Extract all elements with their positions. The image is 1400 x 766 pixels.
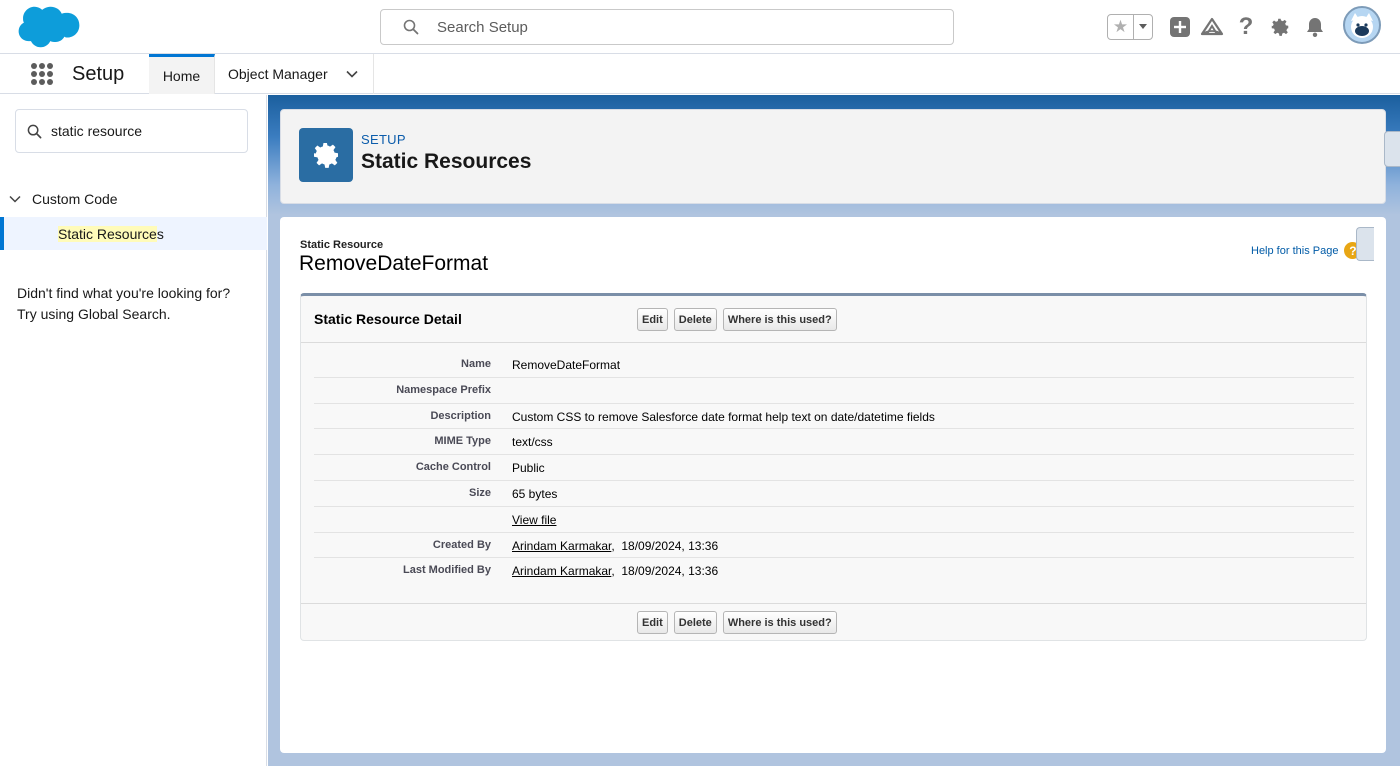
field-value: RemoveDateFormat: [512, 358, 621, 372]
global-actions-button[interactable]: [1167, 14, 1193, 40]
field-row-mime-type: MIME Type text/css: [314, 429, 1354, 456]
field-row-description: Description Custom CSS to remove Salesfo…: [314, 404, 1354, 430]
app-name: Setup: [72, 63, 125, 85]
favorites-control[interactable]: ★: [1107, 14, 1153, 40]
delete-button[interactable]: Delete: [673, 611, 717, 634]
detail-header: Static Resource Detail Edit Delete Where…: [301, 296, 1366, 343]
page-header: SETUP Static Resources: [280, 109, 1386, 204]
where-used-button[interactable]: Where is this used?: [722, 308, 837, 331]
bottom-button-row: Edit Delete Where is this used?: [637, 611, 837, 634]
field-label: Last Modified By: [402, 564, 491, 577]
detail-footer: Edit Delete Where is this used?: [301, 603, 1366, 641]
context-nav-bar: Setup Home Object Manager: [0, 54, 1400, 94]
trailhead-button[interactable]: [1199, 14, 1225, 40]
search-icon: [403, 19, 419, 35]
field-row-last-modified-by: Last Modified By Arindam Karmakar, 18/09…: [314, 558, 1354, 584]
created-by-user-link[interactable]: Arindam Karmakar: [512, 539, 611, 553]
notifications-button[interactable]: [1302, 14, 1328, 40]
trailhead-icon: [1200, 17, 1224, 36]
not-found-line2: Try using Global Search.: [17, 306, 171, 322]
app-launcher-icon[interactable]: [31, 63, 53, 85]
top-button-row: Edit Delete Where is this used?: [637, 308, 837, 331]
setup-sidebar: Custom Code Static Resources Didn't find…: [0, 95, 267, 766]
field-row-created-by: Created By Arindam Karmakar, 18/09/2024,…: [314, 533, 1354, 559]
created-date: , 18/09/2024, 13:36: [611, 538, 719, 553]
not-found-message: Didn't find what you're looking for? Try…: [17, 283, 257, 325]
tree-group-custom-code[interactable]: Custom Code: [8, 191, 118, 207]
gear-icon: [1271, 18, 1289, 36]
field-label: Namespace Prefix: [396, 383, 491, 396]
setup-page-icon: [299, 128, 353, 182]
tab-object-manager-label: Object Manager: [228, 66, 328, 82]
page-eyebrow: SETUP: [361, 132, 406, 147]
help-for-page-link[interactable]: Help for this Page ?: [1251, 242, 1362, 259]
where-used-button[interactable]: Where is this used?: [722, 611, 837, 634]
record-type-label: Static Resource: [300, 239, 384, 251]
favorites-dropdown[interactable]: [1134, 15, 1152, 39]
tab-object-manager[interactable]: Object Manager: [215, 54, 374, 94]
record-content: Static Resource RemoveDateFormat Help fo…: [280, 217, 1386, 753]
field-value: 65 bytes: [512, 486, 558, 501]
field-row-size: Size 65 bytes: [314, 481, 1354, 507]
search-icon: [27, 124, 42, 138]
detail-fields: Name RemoveDateFormat Namespace Prefix D…: [314, 352, 1354, 584]
field-label: MIME Type: [434, 435, 491, 448]
field-row-cache-control: Cache Control Public: [314, 455, 1354, 481]
field-row-view-file: View file: [314, 507, 1354, 533]
record-name: RemoveDateFormat: [299, 252, 489, 275]
field-label: Created By: [432, 538, 491, 551]
delete-button[interactable]: Delete: [673, 308, 717, 331]
sidebar-item-static-resources[interactable]: Static Resource s: [0, 217, 267, 250]
field-label: Name: [461, 358, 491, 370]
field-value: Public: [512, 461, 545, 476]
help-link-label[interactable]: Help for this Page: [1251, 245, 1338, 257]
star-icon[interactable]: ★: [1108, 15, 1134, 39]
global-header: ★ ?: [0, 0, 1400, 54]
field-value: View file: [512, 513, 556, 527]
page-title: Static Resources: [361, 150, 532, 173]
main-content-area: SETUP Static Resources Static Resource R…: [268, 95, 1400, 766]
help-button[interactable]: ?: [1233, 13, 1259, 40]
field-row-name: Name RemoveDateFormat: [314, 352, 1354, 378]
detail-section: Static Resource Detail Edit Delete Where…: [300, 293, 1367, 641]
salesforce-cloud-logo[interactable]: [16, 5, 80, 49]
field-label: Cache Control: [415, 461, 491, 474]
edit-button[interactable]: Edit: [637, 611, 668, 634]
quick-find-box[interactable]: [15, 109, 248, 153]
collapse-panel-handle[interactable]: [1384, 131, 1400, 167]
field-label: Description: [430, 409, 491, 422]
collapse-detail-handle[interactable]: [1356, 227, 1374, 261]
field-label: Size: [468, 486, 491, 499]
modified-date: , 18/09/2024, 13:36: [611, 564, 719, 579]
setup-button[interactable]: [1267, 14, 1293, 40]
global-search-box[interactable]: [380, 9, 954, 45]
field-value: Arindam Karmakar, 18/09/2024, 13:36: [512, 539, 718, 553]
user-avatar-icon: [1351, 13, 1373, 38]
not-found-line1: Didn't find what you're looking for?: [17, 285, 231, 301]
gear-icon: [314, 143, 338, 168]
chevron-down-icon: [1139, 24, 1147, 29]
search-highlight: Static Resource: [58, 225, 157, 242]
help-icon: ?: [1238, 13, 1254, 40]
view-file-link[interactable]: View file: [512, 513, 556, 527]
quick-find-input[interactable]: [51, 123, 241, 139]
sidebar-item-label-rest: s: [156, 225, 164, 242]
field-value: Custom CSS to remove Salesforce date for…: [512, 409, 935, 424]
search-input[interactable]: [437, 18, 917, 36]
avatar[interactable]: [1343, 6, 1381, 44]
bell-icon: [1307, 18, 1323, 37]
chevron-down-icon[interactable]: [345, 67, 359, 81]
tree-group-label: Custom Code: [32, 191, 118, 207]
edit-button[interactable]: Edit: [637, 308, 668, 331]
field-value: text/css: [512, 435, 553, 450]
field-row-namespace: Namespace Prefix: [314, 378, 1354, 404]
detail-title: Static Resource Detail: [314, 311, 462, 327]
chevron-down-icon: [9, 195, 21, 203]
modified-by-user-link[interactable]: Arindam Karmakar: [512, 564, 611, 578]
add-icon: [1170, 17, 1190, 37]
tab-home[interactable]: Home: [149, 54, 215, 94]
field-value: Arindam Karmakar, 18/09/2024, 13:36: [512, 564, 718, 578]
